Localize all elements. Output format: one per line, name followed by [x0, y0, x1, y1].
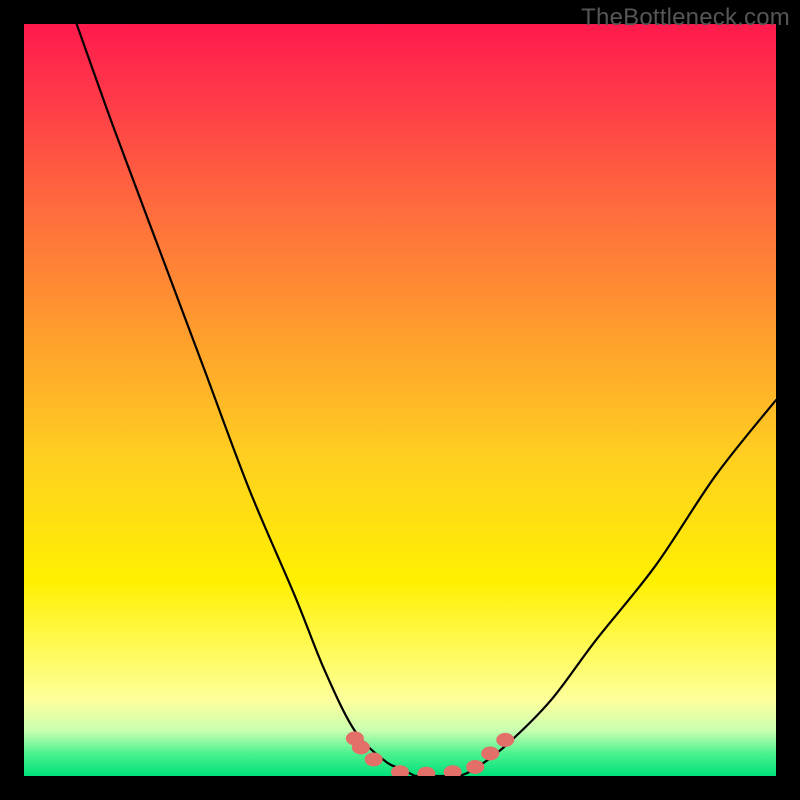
- bead-marker: [496, 733, 514, 747]
- bead-marker: [444, 765, 462, 776]
- curve-left-curve: [77, 24, 415, 776]
- bead-marker: [466, 760, 484, 774]
- watermark-text: TheBottleneck.com: [581, 4, 790, 32]
- bead-marker: [352, 740, 370, 754]
- bead-marker: [365, 752, 383, 766]
- curve-layer: [77, 24, 776, 776]
- bead-marker: [481, 746, 499, 760]
- chart-svg: [24, 24, 776, 776]
- plot-area: [24, 24, 776, 776]
- curve-right-curve: [460, 400, 776, 776]
- bead-marker: [417, 767, 435, 776]
- bead-layer: [346, 731, 514, 776]
